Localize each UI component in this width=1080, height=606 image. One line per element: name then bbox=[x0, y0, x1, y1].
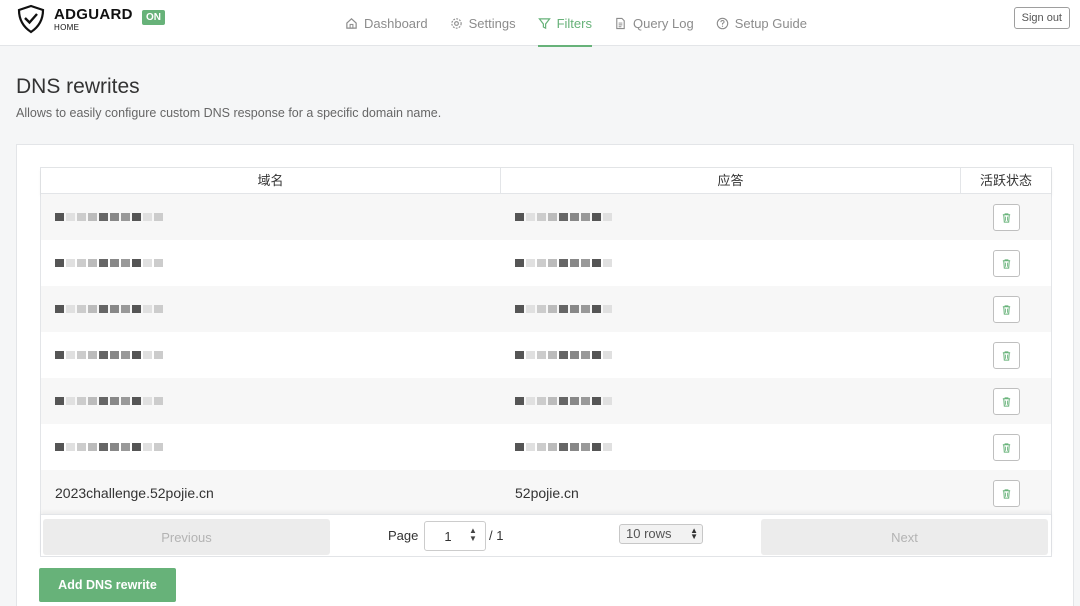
domain-cell bbox=[41, 332, 501, 378]
redacted-text bbox=[55, 256, 165, 270]
gear-icon bbox=[450, 17, 462, 29]
table-row bbox=[41, 286, 1051, 332]
main-nav: Dashboard Settings Filters Query Log Set… bbox=[345, 0, 829, 47]
domain-cell bbox=[41, 240, 501, 286]
add-dns-rewrite-button[interactable]: Add DNS rewrite bbox=[39, 568, 176, 602]
nav-filters-label: Filters bbox=[556, 15, 592, 31]
nav-dashboard[interactable]: Dashboard bbox=[345, 0, 428, 46]
answer-cell bbox=[501, 286, 961, 332]
rows-per-page-value: 10 rows bbox=[626, 526, 672, 541]
trash-icon bbox=[1002, 212, 1010, 223]
pagination: Previous Page ▲▼ / 1 10 rows ▲▼ Next bbox=[41, 514, 1051, 556]
status-cell bbox=[961, 194, 1051, 240]
nav-dashboard-label: Dashboard bbox=[364, 15, 428, 31]
page-title: DNS rewrites bbox=[16, 75, 140, 98]
delete-rewrite-button[interactable] bbox=[992, 387, 1020, 415]
dns-rewrites-card: 域名 应答 活跃状态 2023challenge.52pojie.cn 52poj… bbox=[16, 144, 1074, 606]
domain-value: 2023challenge.52pojie.cn bbox=[55, 485, 214, 501]
answer-cell bbox=[501, 332, 961, 378]
protection-status-badge: ON bbox=[142, 10, 165, 25]
table-row bbox=[41, 332, 1051, 378]
page-description: Allows to easily configure custom DNS re… bbox=[16, 106, 442, 120]
domain-cell bbox=[41, 378, 501, 424]
answer-cell bbox=[501, 240, 961, 286]
redacted-text bbox=[55, 210, 165, 224]
domain-cell bbox=[41, 194, 501, 240]
column-header-answer[interactable]: 应答 bbox=[501, 168, 961, 193]
redacted-text bbox=[515, 348, 614, 362]
answer-cell bbox=[501, 424, 961, 470]
previous-page-button[interactable]: Previous bbox=[43, 519, 330, 555]
table-row bbox=[41, 424, 1051, 470]
status-cell bbox=[961, 378, 1051, 424]
nav-filters[interactable]: Filters bbox=[537, 0, 593, 47]
top-header: ADGUARD HOME ON Dashboard Settings Filte… bbox=[0, 0, 1080, 47]
domain-cell: 2023challenge.52pojie.cn bbox=[41, 470, 501, 516]
answer-cell: 52pojie.cn bbox=[501, 470, 961, 516]
redacted-text bbox=[55, 302, 165, 316]
trash-icon bbox=[1002, 258, 1010, 269]
trash-icon bbox=[1002, 442, 1010, 453]
trash-icon bbox=[1002, 350, 1010, 361]
redacted-text bbox=[515, 440, 614, 454]
nav-settings[interactable]: Settings bbox=[450, 0, 516, 46]
answer-cell bbox=[501, 194, 961, 240]
column-header-status[interactable]: 活跃状态 bbox=[961, 168, 1051, 193]
home-icon bbox=[346, 17, 357, 29]
redacted-text bbox=[515, 302, 614, 316]
table-row bbox=[41, 240, 1051, 286]
table-row bbox=[41, 378, 1051, 424]
trash-icon bbox=[1002, 304, 1010, 315]
answer-value: 52pojie.cn bbox=[515, 485, 579, 501]
trash-icon bbox=[1002, 488, 1010, 499]
select-arrows-icon: ▲ ▼ bbox=[690, 526, 698, 541]
help-circle-icon bbox=[716, 17, 728, 29]
domain-cell bbox=[41, 424, 501, 470]
sign-out-button[interactable]: Sign out bbox=[1013, 7, 1070, 29]
table-row: 2023challenge.52pojie.cn 52pojie.cn bbox=[41, 470, 1051, 516]
redacted-text bbox=[55, 348, 165, 362]
delete-rewrite-button[interactable] bbox=[992, 295, 1020, 323]
logo-subtitle: HOME bbox=[54, 22, 80, 32]
nav-settings-label: Settings bbox=[468, 15, 516, 31]
status-cell bbox=[961, 470, 1051, 516]
next-page-button[interactable]: Next bbox=[761, 519, 1048, 555]
nav-query-log[interactable]: Query Log bbox=[614, 0, 694, 46]
delete-rewrite-button[interactable] bbox=[992, 249, 1020, 277]
logo-title: ADGUARD bbox=[54, 5, 133, 23]
nav-setup-guide-label: Setup Guide bbox=[734, 15, 807, 31]
delete-rewrite-button[interactable] bbox=[992, 341, 1020, 369]
table-header: 域名 应答 活跃状态 bbox=[41, 168, 1051, 194]
filter-icon bbox=[537, 17, 551, 29]
trash-icon bbox=[1002, 396, 1010, 407]
domain-cell bbox=[41, 286, 501, 332]
rows-per-page-select[interactable]: 10 rows ▲ ▼ bbox=[619, 524, 703, 544]
table-row bbox=[41, 194, 1051, 240]
delete-rewrite-button[interactable] bbox=[992, 203, 1020, 231]
rewrites-table: 域名 应答 活跃状态 2023challenge.52pojie.cn 52poj… bbox=[40, 167, 1052, 557]
page-total: / 1 bbox=[489, 528, 504, 543]
status-cell bbox=[961, 424, 1051, 470]
redacted-text bbox=[55, 394, 165, 408]
page-label: Page bbox=[388, 528, 419, 543]
page-stepper-icon[interactable]: ▲ ▼ bbox=[468, 527, 478, 543]
table-body: 2023challenge.52pojie.cn 52pojie.cn bbox=[41, 194, 1051, 516]
shield-check-icon bbox=[17, 4, 45, 34]
redacted-text bbox=[515, 256, 614, 270]
delete-rewrite-button[interactable] bbox=[992, 479, 1020, 507]
answer-cell bbox=[501, 378, 961, 424]
delete-rewrite-button[interactable] bbox=[992, 433, 1020, 461]
redacted-text bbox=[515, 394, 614, 408]
redacted-text bbox=[55, 440, 165, 454]
document-icon bbox=[616, 17, 625, 29]
status-cell bbox=[961, 332, 1051, 378]
column-header-domain[interactable]: 域名 bbox=[41, 168, 501, 193]
nav-setup-guide[interactable]: Setup Guide bbox=[716, 0, 807, 46]
status-cell bbox=[961, 286, 1051, 332]
status-cell bbox=[961, 240, 1051, 286]
adguard-logo[interactable]: ADGUARD HOME bbox=[16, 4, 133, 34]
redacted-text bbox=[515, 210, 614, 224]
nav-query-log-label: Query Log bbox=[632, 15, 694, 31]
